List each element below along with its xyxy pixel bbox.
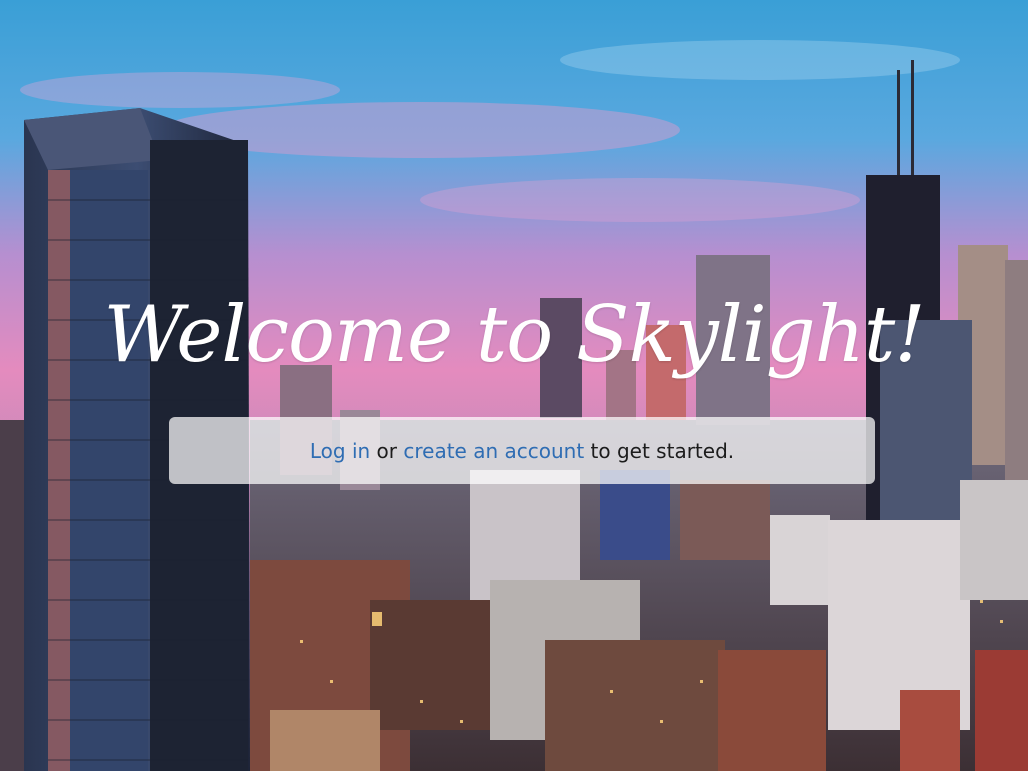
city-skyline-image	[0, 0, 1028, 771]
cta-suffix-text: to get started.	[584, 438, 735, 463]
login-link[interactable]: Log in	[310, 439, 370, 463]
cta-connector-text: or	[370, 438, 404, 463]
create-account-link[interactable]: create an account	[403, 439, 584, 463]
hero-background: Welcome to Skylight! Log in or create an…	[0, 0, 1028, 771]
cta-panel: Log in or create an account to get start…	[169, 417, 875, 484]
welcome-title: Welcome to Skylight!	[103, 290, 925, 380]
